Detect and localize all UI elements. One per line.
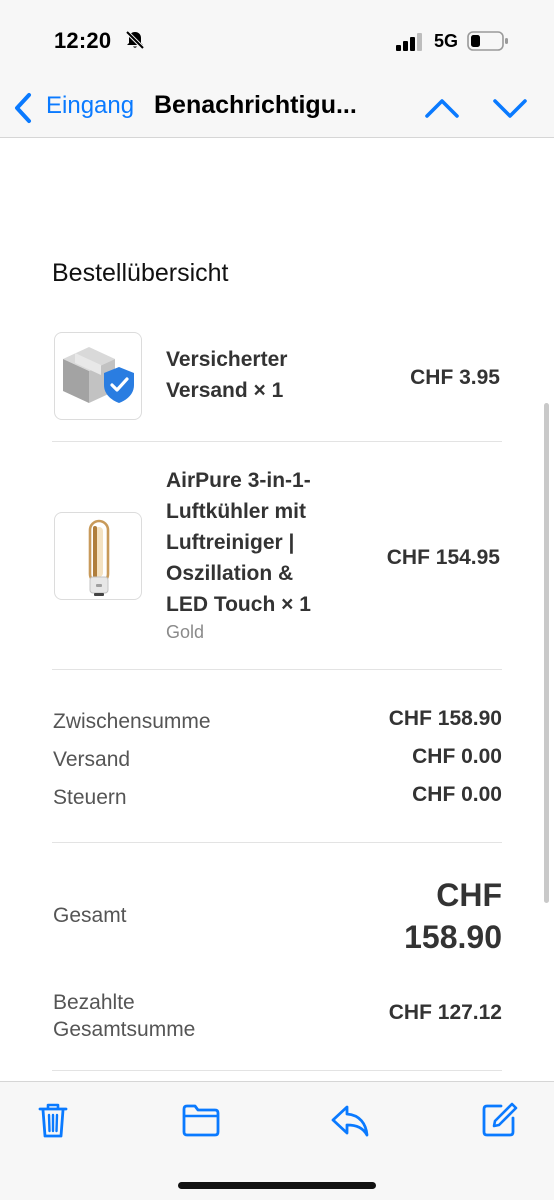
back-button[interactable]: Eingang (46, 92, 134, 120)
network-type: 5G (434, 31, 459, 51)
status-time: 12:20 (54, 28, 112, 53)
divider (52, 441, 502, 442)
subtotal-value: CHF 158.90 (388, 707, 502, 730)
mail-nav-bar: Eingang Benachrichtigu... (0, 80, 554, 138)
taxes-value: CHF 0.00 (412, 783, 502, 806)
item-thumbnail (54, 512, 142, 600)
item-price: CHF 154.95 (386, 546, 500, 569)
scrollbar[interactable] (544, 403, 549, 903)
reply-icon[interactable] (330, 1100, 370, 1140)
order-item: Versicherter Versand × 1 CHF 3.95 (52, 331, 502, 421)
bell-slash-icon (125, 30, 145, 50)
signal-icon (396, 33, 422, 51)
item-price: CHF 3.95 (410, 366, 500, 389)
order-summary-title: Bestellübersicht (52, 259, 229, 287)
email-body[interactable]: Bestellübersicht Versicherter Versand × … (0, 139, 554, 1081)
paid-total-value: CHF 127.12 (388, 1001, 502, 1024)
subtotal-label: Zwischensumme (53, 710, 211, 733)
home-indicator[interactable] (178, 1182, 376, 1189)
battery-icon (467, 31, 508, 51)
order-item: AirPure 3-in-1- Luftkühler mit Luftreini… (52, 465, 502, 645)
compose-icon[interactable] (479, 1100, 519, 1140)
trash-icon[interactable] (33, 1100, 73, 1140)
item-name: AirPure 3-in-1- Luftkühler mit Luftreini… (166, 469, 311, 616)
air-purifier-product-image (88, 519, 110, 596)
paid-total-label: Bezahlte Gesamtsumme (53, 991, 196, 1041)
nav-title: Benachrichtigu... (154, 91, 357, 119)
item-name: Versicherter Versand × 1 (166, 348, 288, 402)
shipping-value: CHF 0.00 (412, 745, 502, 768)
insured-package-icon (63, 347, 134, 403)
status-bar: 12:20 5G (0, 0, 554, 80)
chevron-down-icon[interactable] (492, 94, 528, 122)
mail-toolbar (0, 1081, 554, 1200)
item-thumbnail (54, 332, 142, 420)
total-label: Gesamt (53, 904, 127, 927)
divider (52, 842, 502, 843)
taxes-label: Steuern (53, 786, 127, 809)
item-variant: Gold (166, 622, 205, 642)
shipping-label: Versand (53, 748, 131, 771)
total-value: CHF 158.90 (404, 877, 502, 955)
chevron-up-icon[interactable] (424, 94, 460, 122)
divider (52, 1070, 502, 1071)
divider (52, 669, 502, 670)
chevron-left-icon[interactable] (12, 91, 34, 125)
folder-icon[interactable] (181, 1100, 221, 1140)
